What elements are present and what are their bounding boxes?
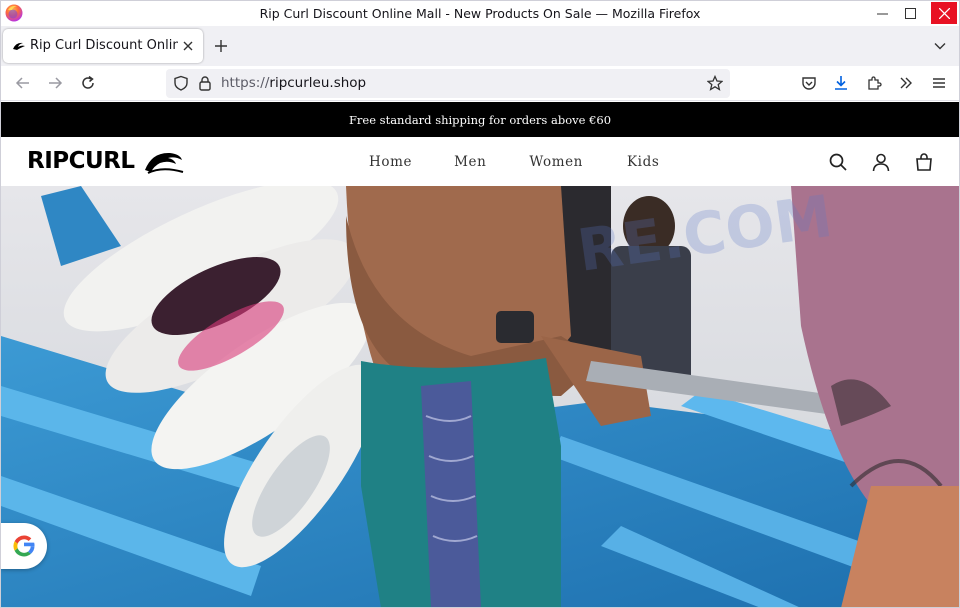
nav-kids[interactable]: Kids bbox=[627, 154, 659, 170]
reload-button[interactable] bbox=[79, 74, 97, 92]
downloads-button[interactable] bbox=[832, 74, 850, 92]
site-header: RIPCURL Home Men Women Kids bbox=[1, 137, 959, 186]
back-button[interactable] bbox=[14, 74, 32, 92]
nav-men[interactable]: Men bbox=[454, 154, 486, 170]
url-bar[interactable]: https://ripcurleu.shop bbox=[166, 69, 730, 98]
google-translate-badge[interactable] bbox=[1, 523, 47, 569]
search-icon[interactable] bbox=[828, 152, 848, 172]
lock-icon[interactable] bbox=[197, 75, 213, 91]
extensions-button[interactable] bbox=[865, 74, 883, 92]
ripcurl-favicon-icon bbox=[13, 42, 25, 50]
shield-icon[interactable] bbox=[173, 75, 189, 91]
maximize-button[interactable] bbox=[895, 1, 925, 26]
nav-home[interactable]: Home bbox=[369, 154, 412, 170]
close-icon bbox=[938, 7, 950, 19]
cart-icon[interactable] bbox=[914, 152, 934, 172]
new-tab-icon[interactable] bbox=[213, 38, 229, 54]
download-icon bbox=[835, 76, 847, 90]
navigation-toolbar: https://ripcurleu.shop bbox=[1, 66, 959, 101]
forward-icon bbox=[49, 77, 63, 89]
back-icon bbox=[15, 77, 29, 89]
close-window-button[interactable] bbox=[931, 2, 957, 24]
app-menu-button[interactable] bbox=[930, 74, 948, 92]
nav-women[interactable]: Women bbox=[529, 154, 583, 170]
main-nav: Home Men Women Kids bbox=[369, 154, 659, 170]
tab-close-icon[interactable] bbox=[181, 39, 195, 53]
hero-image: RE.COM bbox=[1, 186, 959, 607]
forward-button[interactable] bbox=[46, 74, 64, 92]
title-bar: Rip Curl Discount Online Mall - New Prod… bbox=[1, 1, 959, 26]
extensions-icon bbox=[868, 76, 882, 90]
tab-ripcurl[interactable]: Rip Curl Discount Online Mall - New Prod… bbox=[3, 29, 203, 63]
tab-label: Rip Curl Discount Online Mall - New Prod… bbox=[30, 38, 178, 53]
reload-icon bbox=[82, 75, 94, 89]
url-text: https://ripcurleu.shop bbox=[221, 75, 367, 91]
pocket-icon bbox=[802, 77, 816, 90]
minimize-button[interactable] bbox=[867, 1, 897, 26]
bookmark-star-icon[interactable] bbox=[707, 75, 723, 91]
browser-window: Rip Curl Discount Online Mall - New Prod… bbox=[0, 0, 960, 608]
overflow-button[interactable] bbox=[897, 74, 915, 92]
overflow-icon bbox=[900, 77, 912, 89]
chevron-down-icon[interactable] bbox=[933, 39, 947, 53]
menu-icon bbox=[933, 78, 945, 88]
maximize-icon bbox=[904, 8, 916, 19]
account-icon[interactable] bbox=[871, 152, 891, 172]
google-icon bbox=[13, 535, 35, 557]
wave-logo-icon bbox=[145, 152, 184, 174]
pocket-button[interactable] bbox=[800, 74, 818, 92]
window-title: Rip Curl Discount Online Mall - New Prod… bbox=[259, 6, 701, 21]
hero-banner[interactable]: RE.COM bbox=[1, 186, 959, 607]
web-page: Free standard shipping for orders above … bbox=[1, 102, 959, 607]
minimize-icon bbox=[876, 13, 888, 15]
logo-text: RIPCURL bbox=[27, 148, 135, 174]
announcement-bar: Free standard shipping for orders above … bbox=[1, 102, 959, 137]
tab-strip: Rip Curl Discount Online Mall - New Prod… bbox=[1, 26, 959, 66]
